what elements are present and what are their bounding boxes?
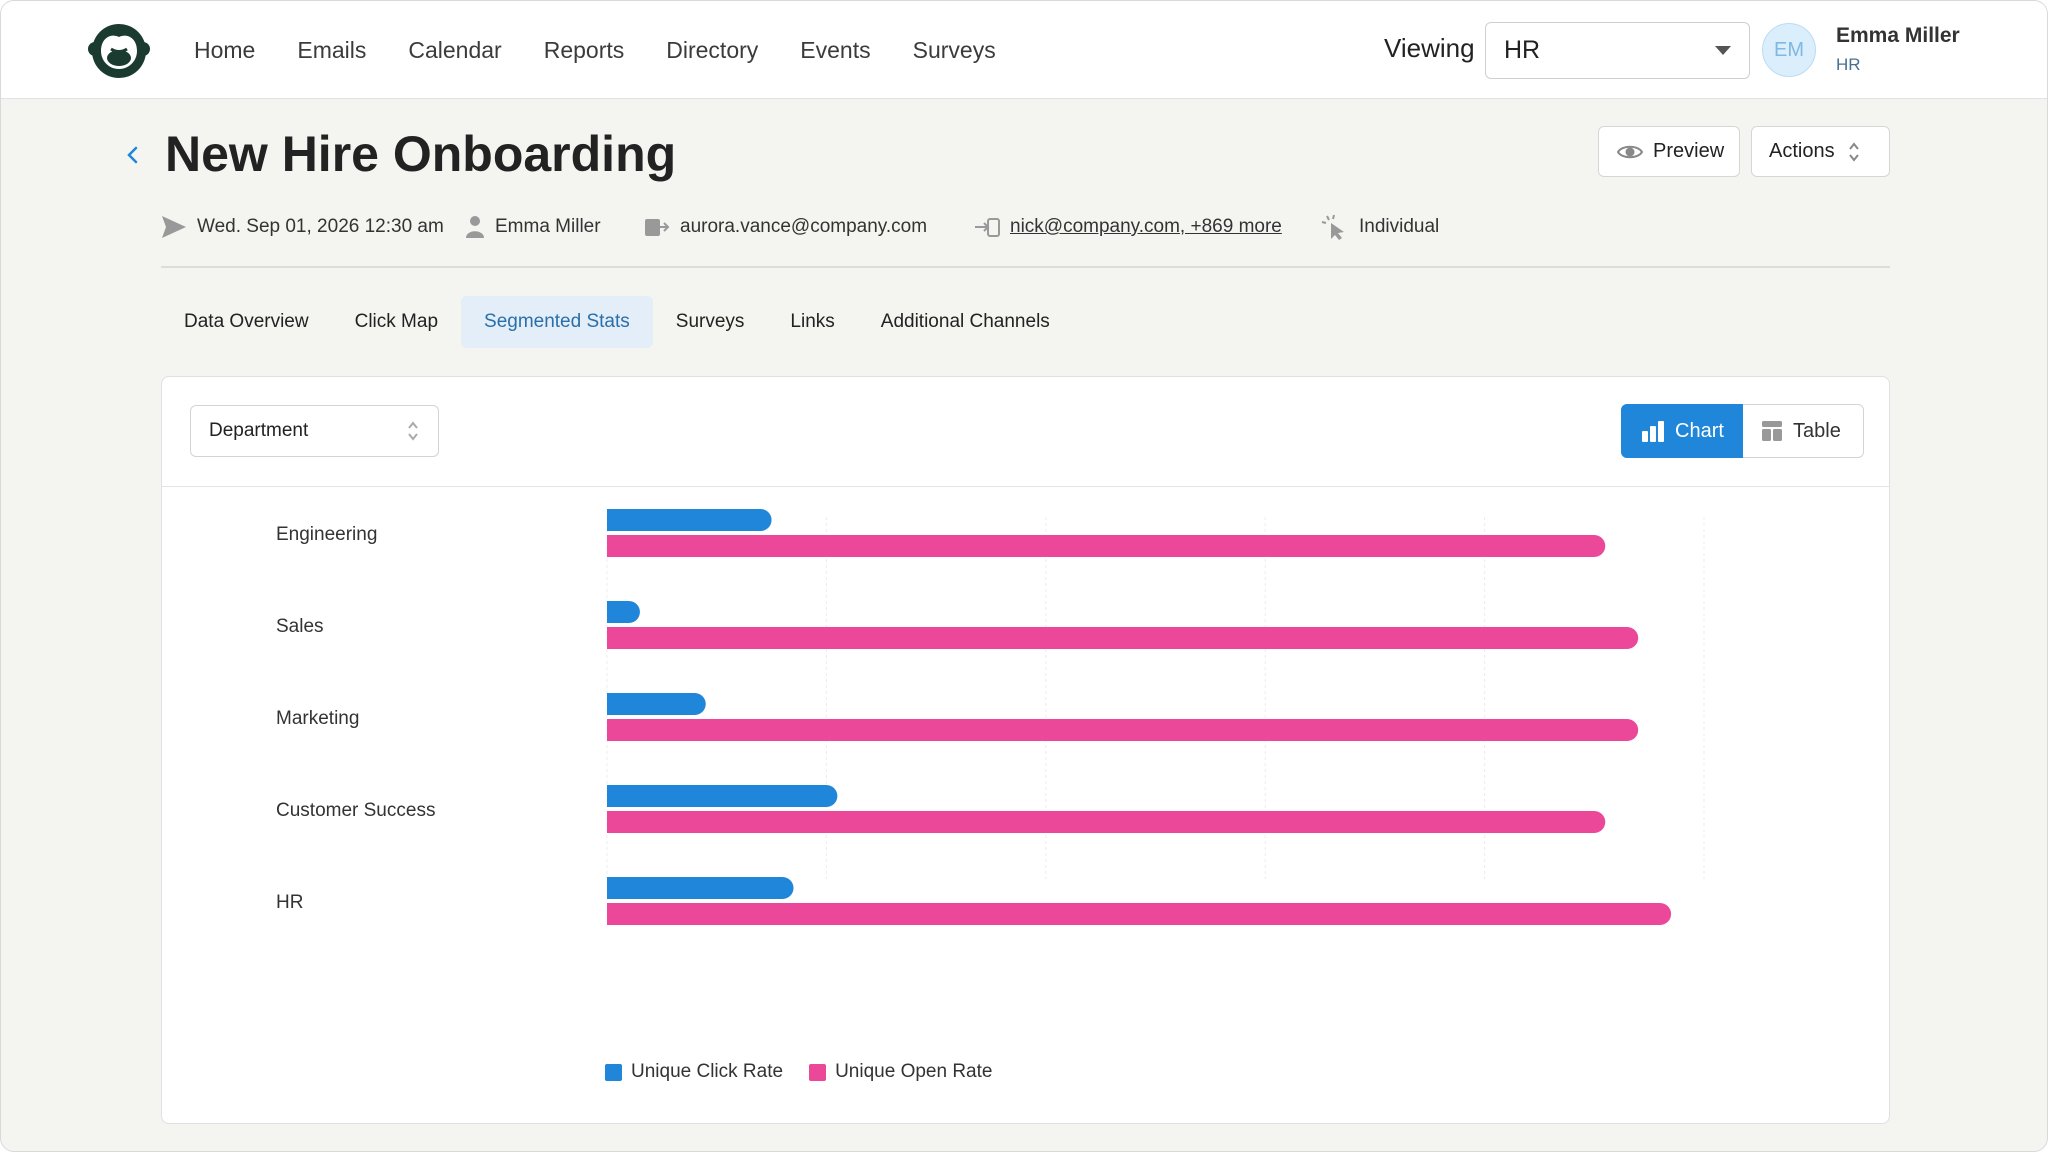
main-nav: Home Emails Calendar Reports Directory E… [173, 1, 1017, 99]
meta-recipients: nick@company.com, +869 more [974, 211, 1282, 243]
sender-icon [645, 219, 670, 236]
meta-from: aurora.vance@company.com [644, 211, 927, 243]
viewing-label: Viewing [1384, 33, 1475, 63]
bar-base [607, 535, 618, 557]
nav-directory[interactable]: Directory [645, 37, 779, 64]
sort-chevrons-icon [1848, 141, 1859, 162]
sort-chevrons-icon [408, 421, 418, 441]
bar-open-rate[interactable] [607, 719, 1639, 741]
tab-additional-channels[interactable]: Additional Channels [858, 296, 1073, 348]
person-icon [466, 216, 484, 238]
bar-open-rate[interactable] [607, 535, 1606, 557]
legend-item-open: Unique Open Rate [809, 1061, 992, 1083]
avatar-initials: EM [1774, 38, 1804, 61]
actions-label: Actions [1769, 140, 1835, 162]
monkey-logo-icon[interactable] [87, 21, 151, 79]
table-view-label: Table [1793, 419, 1841, 442]
category-label: Marketing [276, 708, 359, 729]
recipients-icon [975, 218, 1000, 237]
nav-events[interactable]: Events [779, 37, 891, 64]
chart-view-button[interactable]: Chart [1621, 404, 1743, 458]
bar-base [607, 785, 618, 807]
tab-click-map[interactable]: Click Map [332, 296, 461, 348]
bar-click-rate[interactable] [607, 509, 772, 531]
bar-open-rate[interactable] [607, 627, 1639, 649]
user-department: HR [1836, 55, 1861, 74]
nav-calendar[interactable]: Calendar [387, 37, 522, 64]
tab-data-overview[interactable]: Data Overview [161, 296, 332, 348]
tab-segmented-stats[interactable]: Segmented Stats [461, 296, 653, 348]
top-nav-bar: Home Emails Calendar Reports Directory E… [1, 1, 2047, 99]
segmented-bar-chart: Engineering Sales Marketing Customer Succes… [276, 509, 1705, 925]
bar-open-rate[interactable] [607, 903, 1672, 925]
page-title: New Hire Onboarding [165, 126, 677, 182]
bar-base [607, 877, 618, 899]
send-type: Individual [1359, 216, 1440, 237]
meta-type: Individual [1321, 211, 1439, 243]
nav-emails[interactable]: Emails [276, 37, 387, 64]
back-arrow-icon[interactable] [125, 141, 147, 169]
table-view-button[interactable]: Table [1743, 404, 1864, 458]
segment-dropdown[interactable]: Department [190, 405, 439, 457]
category-label: HR [276, 892, 303, 913]
viewing-dropdown[interactable]: HR [1485, 22, 1750, 79]
user-name[interactable]: Emma Miller [1836, 24, 1960, 48]
segment-value: Department [209, 420, 309, 441]
bar-base [607, 903, 618, 925]
nav-home[interactable]: Home [173, 37, 276, 64]
sent-date: Wed. Sep 01, 2026 12:30 am [197, 216, 444, 237]
category-label: Customer Success [276, 800, 435, 821]
tab-bar: Data Overview Click Map Segmented Stats … [161, 296, 1073, 348]
meta-author: Emma Miller [465, 211, 601, 243]
segmented-stats-panel: Department Chart Table Engineering Sales… [161, 376, 1890, 1124]
meta-sent: Wed. Sep 01, 2026 12:30 am [161, 211, 444, 243]
legend-swatch-open [809, 1063, 827, 1081]
nav-surveys[interactable]: Surveys [892, 37, 1017, 64]
eye-icon [1617, 145, 1643, 158]
caret-down-icon [1715, 46, 1731, 55]
bar-click-rate[interactable] [607, 693, 706, 715]
bar-base [607, 601, 618, 623]
panel-toolbar: Department Chart Table [162, 377, 1889, 487]
chart-view-label: Chart [1675, 419, 1724, 442]
category-label: Engineering [276, 524, 377, 545]
tab-surveys[interactable]: Surveys [653, 296, 768, 348]
author-name: Emma Miller [495, 216, 601, 237]
preview-button[interactable]: Preview [1598, 126, 1740, 177]
cursor-click-icon [1321, 214, 1344, 240]
bar-click-rate[interactable] [607, 785, 838, 807]
legend-swatch-click [605, 1063, 622, 1081]
legend-label-click: Unique Click Rate [631, 1061, 784, 1082]
recipients-link[interactable]: nick@company.com, +869 more [1010, 216, 1282, 238]
bar-base [607, 719, 618, 741]
bar-chart-icon [1642, 421, 1664, 442]
from-email: aurora.vance@company.com [680, 216, 928, 237]
app-window: Home Emails Calendar Reports Directory E… [0, 0, 2048, 1152]
view-toggle: Chart Table [1621, 404, 1864, 458]
legend-item-click: Unique Click Rate [605, 1061, 783, 1083]
user-avatar[interactable]: EM [1762, 23, 1816, 77]
bar-base [607, 509, 618, 531]
actions-button[interactable]: Actions [1751, 126, 1890, 177]
preview-label: Preview [1653, 140, 1725, 162]
bar-base [607, 811, 618, 833]
viewing-value: HR [1504, 36, 1541, 64]
nav-reports[interactable]: Reports [523, 37, 646, 64]
category-label: Sales [276, 616, 324, 637]
send-icon [162, 216, 186, 238]
tab-links[interactable]: Links [767, 296, 857, 348]
legend-label-open: Unique Open Rate [835, 1061, 993, 1082]
bar-click-rate[interactable] [607, 877, 794, 899]
header-divider [161, 266, 1890, 268]
bar-open-rate[interactable] [607, 811, 1606, 833]
bar-base [607, 627, 618, 649]
table-grid-icon [1762, 421, 1782, 441]
bar-base [607, 693, 618, 715]
chart-legend: Unique Click Rate Unique Open Rate [605, 1061, 1018, 1083]
